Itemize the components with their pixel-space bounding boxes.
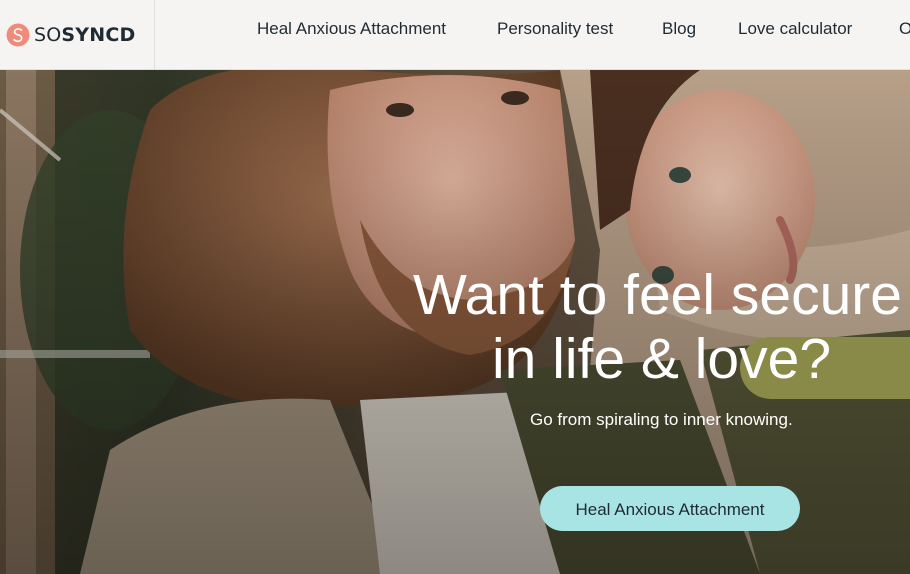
site-logo[interactable]: SOSYNCD bbox=[0, 0, 155, 69]
headline-text-part: Want to feel bbox=[413, 263, 731, 327]
nav-love-calculator[interactable]: Love calculator bbox=[738, 18, 852, 40]
hero-headline-line1: Want to feel secure bbox=[413, 262, 902, 328]
hero-headline-line2: in life & love? bbox=[492, 327, 832, 391]
heal-anxious-attachment-button[interactable]: Heal Anxious Attachment bbox=[540, 486, 800, 531]
logo-text: SOSYNCD bbox=[34, 24, 135, 46]
nav-blog[interactable]: Blog bbox=[662, 18, 696, 40]
sosyncd-logo-icon bbox=[6, 23, 30, 46]
logo-text-suffix: SYNCD bbox=[61, 23, 136, 46]
headline-highlight-text: secure bbox=[730, 263, 902, 327]
nav-item-truncated[interactable]: O bbox=[899, 18, 910, 40]
hero-section: Want to feel secure in life & love? Go f… bbox=[0, 70, 910, 574]
top-navigation-bar: SOSYNCD Heal Anxious Attachment Personal… bbox=[0, 0, 910, 70]
logo-text-prefix: SO bbox=[34, 23, 62, 46]
nav-heal-anxious-attachment[interactable]: Heal Anxious Attachment bbox=[257, 18, 446, 40]
hero-subtitle: Go from spiraling to inner knowing. bbox=[530, 410, 793, 429]
nav-personality-test[interactable]: Personality test bbox=[497, 18, 613, 40]
